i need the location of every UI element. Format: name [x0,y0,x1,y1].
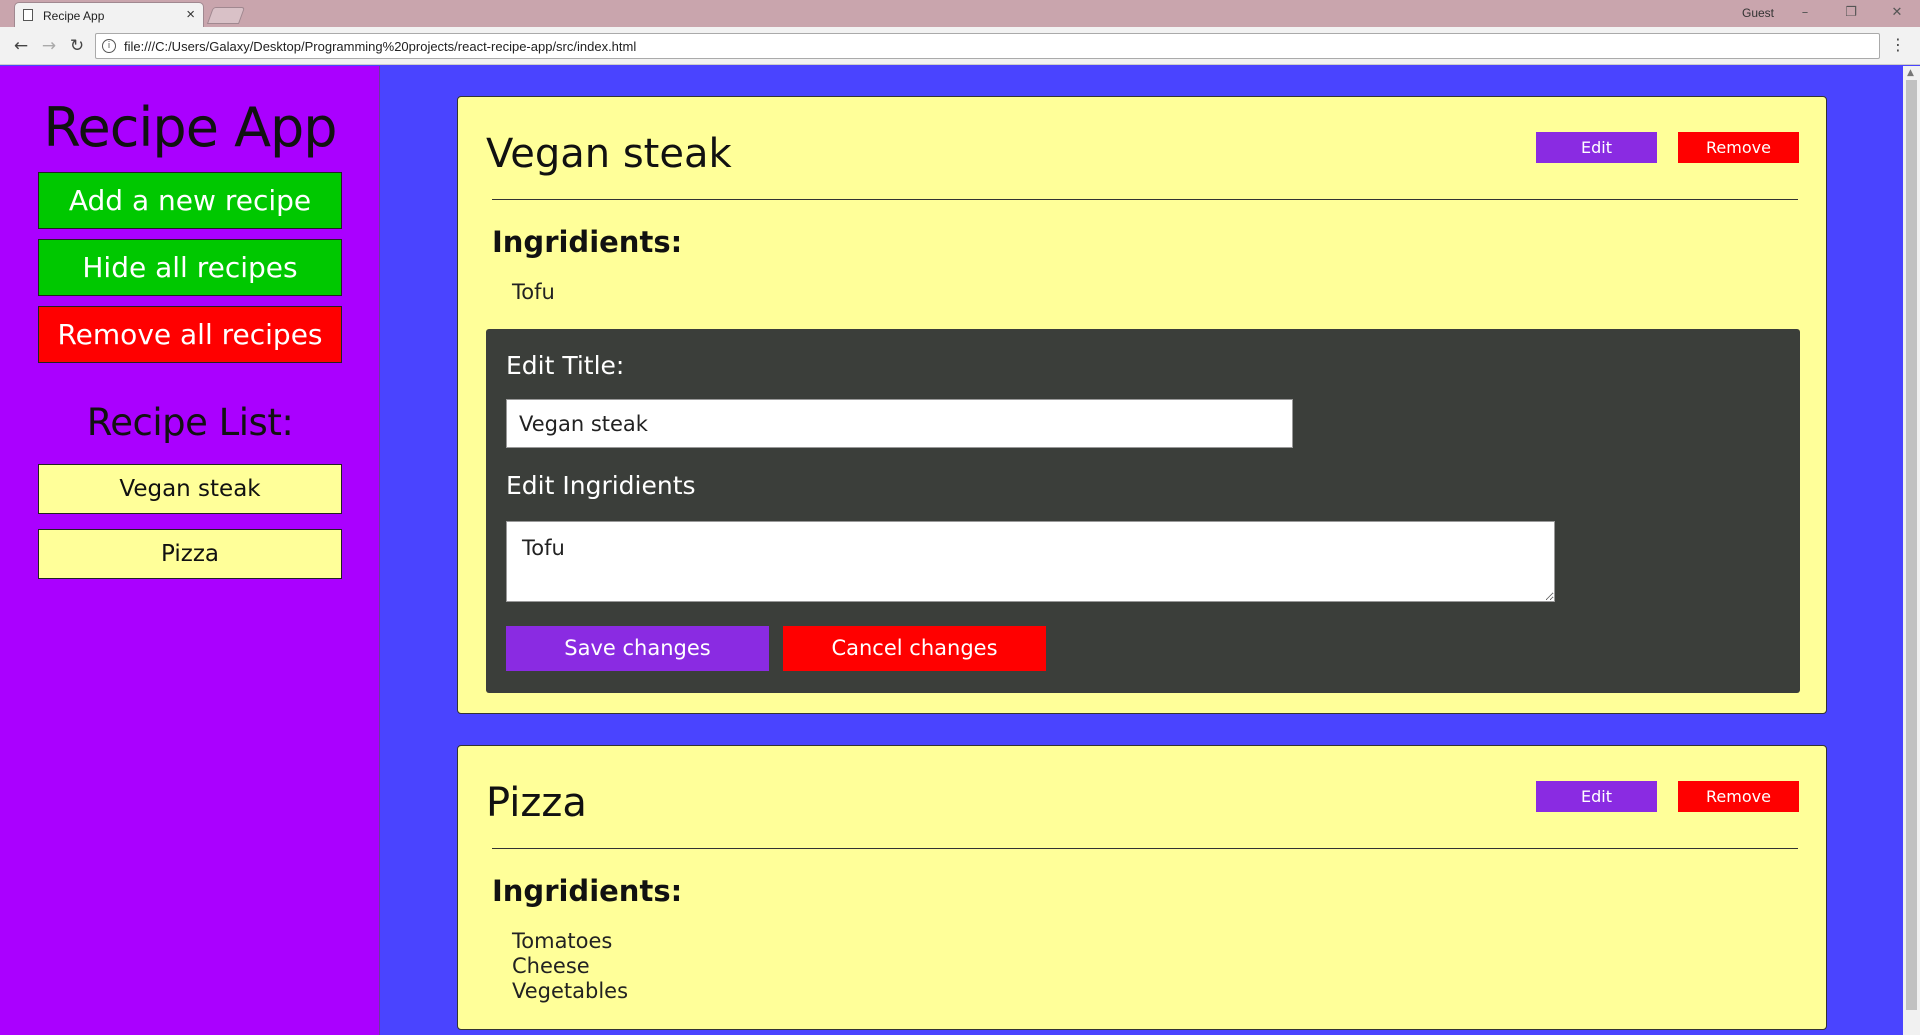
recipe-card: Pizza Edit Remove Ingridients: Tomatoes … [457,745,1827,1030]
divider [492,848,1798,849]
forward-icon[interactable]: → [38,35,60,57]
recipe-list-title: Recipe List: [86,401,294,444]
sidebar: Recipe App Add a new recipe Hide all rec… [0,66,380,1035]
add-recipe-button[interactable]: Add a new recipe [38,172,342,229]
ingredient-item: Vegetables [512,979,629,1003]
restore-icon[interactable]: ❐ [1831,2,1871,24]
edit-recipe-button[interactable]: Edit [1536,132,1657,163]
address-bar[interactable]: i file:///C:/Users/Galaxy/Desktop/Progra… [95,33,1880,59]
profile-label[interactable]: Guest [1742,6,1774,20]
tab-title: Recipe App [43,9,105,23]
recipe-list-item[interactable]: Pizza [38,529,342,579]
minimize-icon[interactable]: – [1785,2,1825,24]
scrollbar-thumb[interactable] [1906,80,1917,1010]
browser-tab[interactable]: Recipe App × [14,2,204,27]
hide-recipes-button[interactable]: Hide all recipes [38,239,342,296]
remove-recipe-button[interactable]: Remove [1678,781,1799,812]
edit-ingredients-textarea[interactable]: Tofu [506,521,1555,602]
edit-title-input[interactable] [506,399,1293,448]
reload-icon[interactable]: ↻ [66,35,88,57]
edit-recipe-button[interactable]: Edit [1536,781,1657,812]
new-tab-button[interactable] [206,7,246,24]
page-icon [23,9,33,21]
back-icon[interactable]: ← [10,35,32,57]
app-title: Recipe App [43,96,337,159]
recipe-title: Pizza [486,780,587,826]
browser-menu-icon[interactable]: ⋮ [1890,35,1906,54]
remove-recipe-button[interactable]: Remove [1678,132,1799,163]
recipe-list-item[interactable]: Vegan steak [38,464,342,514]
ingredient-item: Cheese [512,954,590,978]
ingredients-heading: Ingridients: [492,225,683,259]
ingredients-list: Tomatoes Cheese Vegetables [512,929,628,1004]
scroll-up-icon[interactable]: ▲ [1907,68,1914,78]
divider [492,199,1798,200]
ingredients-list: Tofu [512,280,555,305]
edit-recipe-panel: Edit Title: Edit Ingridients Tofu Save c… [486,329,1800,693]
browser-tab-strip: Recipe App × Guest – ❐ ✕ [0,0,1920,27]
edit-ingredients-label: Edit Ingridients [506,471,696,500]
browser-toolbar: ← → ↻ i file:///C:/Users/Galaxy/Desktop/… [0,27,1920,65]
ingredient-item: Tomatoes [512,929,613,953]
info-icon[interactable]: i [102,39,116,53]
remove-all-recipes-button[interactable]: Remove all recipes [38,306,342,363]
cancel-changes-button[interactable]: Cancel changes [783,626,1046,671]
recipe-card: Vegan steak Edit Remove Ingridients: Tof… [457,96,1827,714]
ingredient-item: Tofu [512,280,555,304]
close-window-icon[interactable]: ✕ [1877,2,1917,24]
url-text[interactable]: file:///C:/Users/Galaxy/Desktop/Programm… [124,39,636,54]
edit-title-label: Edit Title: [506,351,625,380]
save-changes-button[interactable]: Save changes [506,626,769,671]
recipe-title: Vegan steak [486,131,732,177]
ingredients-heading: Ingridients: [492,874,683,908]
page-scrollbar[interactable]: ▲ [1903,66,1920,1035]
close-tab-icon[interactable]: × [186,6,195,23]
